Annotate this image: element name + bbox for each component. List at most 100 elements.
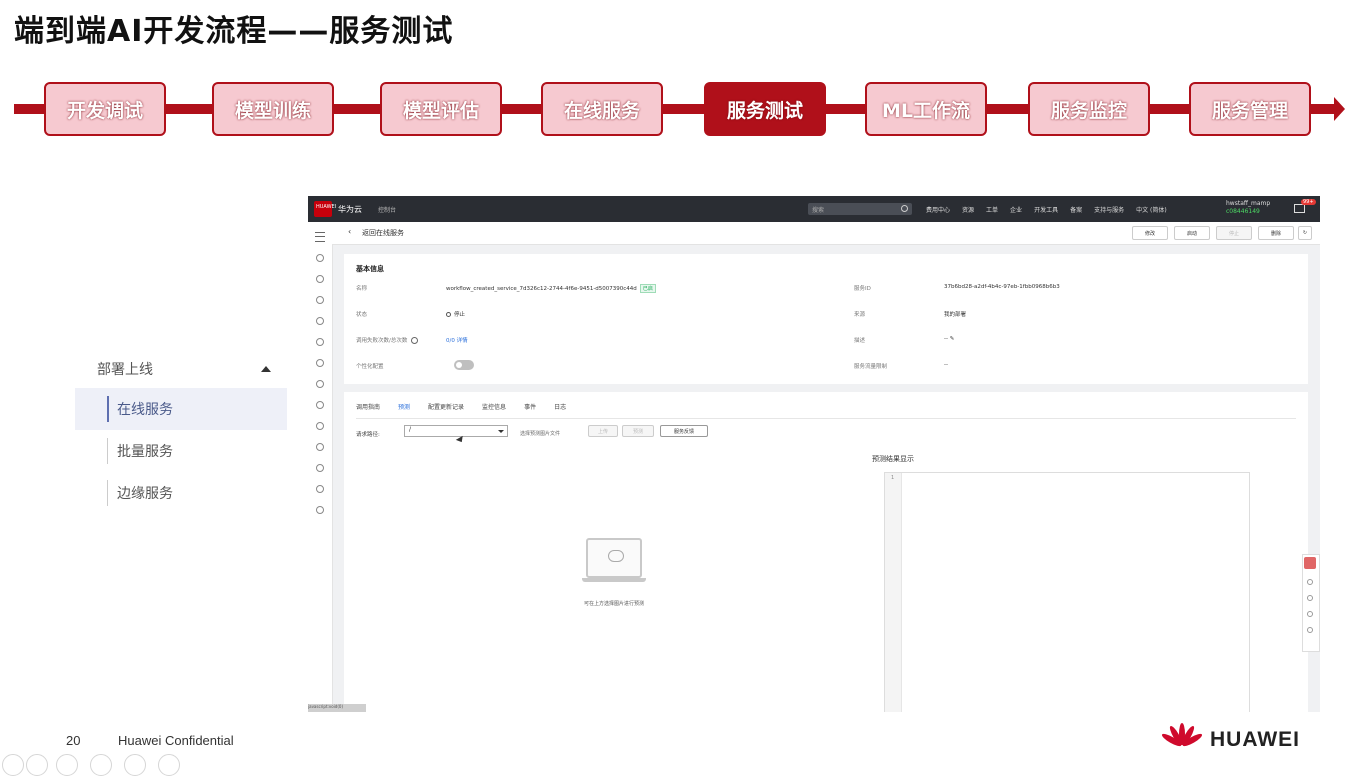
- laptop-icon: [586, 538, 642, 578]
- side-nav-section[interactable]: 部署上线: [75, 350, 287, 388]
- result-title: 预测结果显示: [872, 455, 914, 463]
- training-icon[interactable]: [316, 317, 324, 325]
- description-field: -- ✎: [944, 336, 954, 342]
- huawei-logo-icon[interactable]: HUAWEI: [314, 201, 336, 217]
- help-icon[interactable]: [411, 337, 419, 344]
- calls-field-label: 调用失败次数/总次数: [356, 336, 419, 344]
- top-link-enterprise[interactable]: 企业: [1010, 205, 1022, 214]
- name-tag: 已启: [639, 284, 656, 293]
- menu-icon[interactable]: [315, 232, 325, 242]
- top-search-input[interactable]: 搜索: [808, 203, 912, 215]
- line-number: 1: [891, 475, 895, 481]
- warning-icon[interactable]: [316, 464, 324, 472]
- feedback-button[interactable]: 服务反馈: [660, 425, 708, 437]
- ai-icon[interactable]: [316, 506, 324, 514]
- top-bar: HUAWEI 华为云 控制台 搜索 费用中心 资源 工单 企业 开发工具 备案 …: [308, 196, 1320, 222]
- devenv-icon[interactable]: [316, 296, 324, 304]
- anchor-icon[interactable]: [316, 422, 324, 430]
- help-circle-icon[interactable]: [1307, 611, 1313, 617]
- personal-config-toggle[interactable]: [454, 360, 474, 370]
- step-online-service: 在线服务: [541, 82, 663, 136]
- chevron-down-icon: [498, 430, 504, 433]
- service-icon[interactable]: [1307, 579, 1313, 585]
- huawei-wordmark: HUAWEI: [1210, 728, 1300, 751]
- calls-value: 0/0: [446, 338, 455, 344]
- market-icon[interactable]: [316, 380, 324, 388]
- side-nav-item-online[interactable]: 在线服务: [75, 388, 287, 430]
- feedback-icon[interactable]: [1304, 557, 1316, 569]
- modify-button[interactable]: 修改: [1132, 226, 1168, 240]
- settings-icon[interactable]: [316, 443, 324, 451]
- presenter-grid-icon[interactable]: [90, 754, 112, 776]
- start-button[interactable]: 启动: [1174, 226, 1210, 240]
- top-link-devtools[interactable]: 开发工具: [1034, 205, 1058, 214]
- top-link-language[interactable]: 中文 (简体): [1136, 205, 1167, 214]
- brand-name[interactable]: 华为云: [338, 204, 362, 215]
- status-tooltip: javascript:void(0): [308, 704, 366, 712]
- source-value: 我的部署: [944, 312, 967, 318]
- description-label: 描述: [854, 338, 866, 344]
- step-ml-workflow: ML工作流: [865, 82, 987, 136]
- step-service-test: 服务测试: [704, 82, 826, 136]
- top-link-icp[interactable]: 备案: [1070, 205, 1082, 214]
- tab-monitoring[interactable]: 监控信息: [482, 402, 506, 418]
- traffic-limit-label: 服务流量限制: [854, 364, 888, 370]
- side-nav-item-edge[interactable]: 边缘服务: [75, 472, 287, 514]
- tab-logs[interactable]: 日志: [554, 402, 566, 418]
- upload-button[interactable]: 上传: [588, 425, 618, 437]
- model-icon[interactable]: [316, 338, 324, 346]
- presenter-back-icon[interactable]: [2, 754, 24, 776]
- calls-label: 调用失败次数/总次数: [356, 338, 408, 344]
- calls-detail-link[interactable]: 详情: [457, 338, 468, 344]
- delete-button[interactable]: 删除: [1258, 226, 1294, 240]
- confidential-label: Huawei Confidential: [118, 733, 234, 748]
- cloud-icon[interactable]: [316, 401, 324, 409]
- top-link-resources[interactable]: 资源: [962, 205, 974, 214]
- name-field: workflow_created_service_7d326c12-2744-4…: [446, 284, 656, 293]
- tab-events[interactable]: 事件: [524, 402, 536, 418]
- upload-illustration: [582, 538, 646, 582]
- presenter-more-icon[interactable]: [158, 754, 180, 776]
- presenter-forward-icon[interactable]: [26, 754, 48, 776]
- request-path-label: 请求路径:: [356, 432, 380, 438]
- status-label: 状态: [356, 312, 368, 318]
- slide-title: 端到端AI开发流程——服务测试: [14, 14, 454, 49]
- tab-config-history[interactable]: 配置更新记录: [428, 402, 464, 418]
- refresh-icon[interactable]: ↻: [1298, 226, 1312, 240]
- data-icon[interactable]: [316, 275, 324, 283]
- basic-info-title: 基本信息: [356, 265, 384, 273]
- predict-button[interactable]: 预测: [622, 425, 654, 437]
- scroll-top-icon[interactable]: [1307, 595, 1313, 601]
- mail-icon[interactable]: [1294, 204, 1305, 213]
- back-arrow-icon[interactable]: ‹: [348, 227, 351, 236]
- stop-button[interactable]: 停止: [1216, 226, 1252, 240]
- tab-predict[interactable]: 预测: [398, 402, 411, 419]
- service-id-value: 37b6bd28-a2df-4b4c-97eb-1fbb0968b6b3: [944, 284, 1060, 290]
- name-value: workflow_created_service_7d326c12-2744-4…: [446, 286, 637, 292]
- caret-up-icon[interactable]: [261, 366, 271, 372]
- presenter-pen-icon[interactable]: [56, 754, 78, 776]
- user-menu[interactable]: hwstaff_mamp c08446149: [1226, 200, 1270, 216]
- tab-call-guide[interactable]: 调用指南: [356, 402, 380, 418]
- request-path-select[interactable]: /: [404, 425, 508, 437]
- globe-icon[interactable]: [316, 485, 324, 493]
- document-icon[interactable]: [1307, 627, 1313, 633]
- back-link[interactable]: 返回在线服务: [362, 228, 404, 238]
- traffic-limit-value: --: [944, 362, 948, 368]
- presenter-zoom-icon[interactable]: [124, 754, 146, 776]
- search-icon[interactable]: [901, 205, 908, 212]
- sub-header: ‹ 返回在线服务 修改 启动 停止 删除 ↻: [332, 222, 1320, 245]
- user-id: c08446149: [1226, 208, 1260, 215]
- personal-config-label: 个性化配置: [356, 364, 384, 370]
- console-link[interactable]: 控制台: [378, 205, 396, 214]
- top-link-billing[interactable]: 费用中心: [926, 205, 950, 214]
- top-link-support[interactable]: 支持与服务: [1094, 205, 1124, 214]
- deploy-icon[interactable]: [316, 359, 324, 367]
- top-link-tickets[interactable]: 工单: [986, 205, 998, 214]
- cloud-upload-icon: [608, 550, 624, 562]
- source-label: 来源: [854, 312, 866, 318]
- overview-icon[interactable]: [316, 254, 324, 262]
- edit-icon[interactable]: ✎: [950, 336, 955, 342]
- result-editor[interactable]: 1: [884, 472, 1250, 712]
- side-nav-item-batch[interactable]: 批量服务: [75, 430, 287, 472]
